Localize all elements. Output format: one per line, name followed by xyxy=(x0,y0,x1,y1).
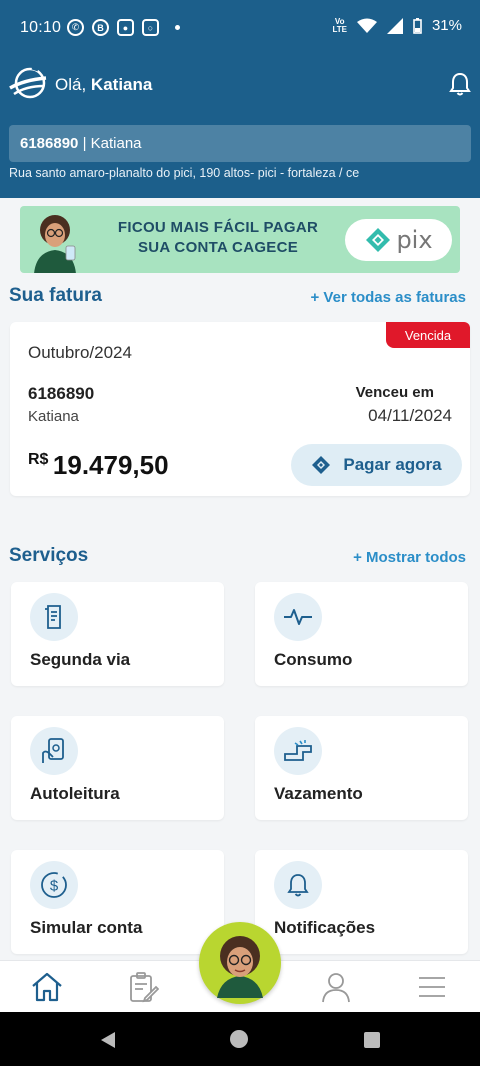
show-all-services-link[interactable]: + Mostrar todos xyxy=(353,549,466,566)
invoice-section-title: Sua fatura xyxy=(9,285,102,306)
status-time: 10:10 xyxy=(20,19,62,36)
b-app-icon: B xyxy=(92,19,109,36)
due-label: Venceu em xyxy=(355,384,434,401)
wifi-icon xyxy=(356,18,377,33)
service-label: Vazamento xyxy=(274,784,363,803)
home-circle-icon[interactable] xyxy=(230,1030,248,1048)
notifications-bell-icon[interactable] xyxy=(448,71,472,97)
nav-menu[interactable] xyxy=(414,969,450,1005)
dollar-coin-icon: $ xyxy=(30,861,78,909)
greeting-prefix: Olá, xyxy=(55,75,87,94)
assistant-avatar-button[interactable] xyxy=(199,922,281,1004)
currency-symbol: R$ xyxy=(28,451,49,468)
pix-diamond-icon xyxy=(366,228,391,252)
banner-line-2: SUA CONTA CAGECE xyxy=(137,239,299,256)
view-all-invoices-link[interactable]: + Ver todas as faturas xyxy=(311,289,467,306)
pix-word: pix xyxy=(396,226,433,254)
nav-home[interactable] xyxy=(29,969,65,1005)
banner-text: FICOU MAIS FÁCIL PAGAR SUA CONTA CAGECE xyxy=(98,218,338,258)
pulse-icon xyxy=(274,593,322,641)
account-address: Rua santo amaro-planalto do pici, 190 al… xyxy=(9,166,360,180)
service-label: Notificações xyxy=(274,918,376,937)
back-icon[interactable] xyxy=(99,1031,117,1049)
greeting: Olá, Katiana xyxy=(55,75,152,95)
banner-line-1: FICOU MAIS FÁCIL PAGAR xyxy=(117,219,319,236)
app-notification-icon: ● xyxy=(117,19,134,36)
invoice-amount: R$ 19.479,50 xyxy=(28,450,169,481)
invoice-month: Outubro/2024 xyxy=(28,343,132,362)
profile-icon xyxy=(322,973,350,1003)
account-selector[interactable]: 6186890 | Katiana xyxy=(9,125,471,162)
leaking-pipe-icon xyxy=(274,727,322,775)
account-separator: | xyxy=(78,135,91,152)
service-label: Autoleitura xyxy=(30,784,120,803)
assistant-avatar-icon xyxy=(217,936,263,998)
invoice-card[interactable]: Vencida Outubro/2024 6186890 Katiana Ven… xyxy=(10,322,470,496)
app-header: 10:10 ✆ B ● ○ Vo LTE 31% Olá, Katiana 618… xyxy=(0,0,480,198)
pay-now-label: Pagar agora xyxy=(343,455,442,474)
cagece-logo-icon xyxy=(9,66,47,99)
status-bar: 10:10 ✆ B ● ○ Vo LTE 31% xyxy=(0,0,480,58)
status-right: Vo LTE 31% xyxy=(332,17,462,34)
service-consumo[interactable]: Consumo xyxy=(255,582,468,686)
nav-services[interactable] xyxy=(125,969,161,1005)
instagram-icon: ○ xyxy=(142,19,159,36)
user-name: Katiana xyxy=(90,75,153,94)
whatsapp-icon: ✆ xyxy=(67,19,84,36)
document-icon xyxy=(30,593,78,641)
service-label: Consumo xyxy=(274,650,353,669)
services-section-title: Serviços xyxy=(9,545,89,566)
service-notificacoes[interactable]: Notificações xyxy=(255,850,468,954)
recent-apps-icon[interactable] xyxy=(364,1032,380,1048)
status-notification-icons: ✆ B ● ○ xyxy=(67,19,180,36)
pix-promo-banner[interactable]: FICOU MAIS FÁCIL PAGAR SUA CONTA CAGECE … xyxy=(20,206,460,273)
clipboard-edit-icon xyxy=(130,972,159,1003)
battery-icon xyxy=(413,17,422,34)
signal-icon xyxy=(386,17,403,34)
service-simular-conta[interactable]: $ Simular conta xyxy=(11,850,224,954)
pix-icon xyxy=(312,456,331,474)
service-label: Segunda via xyxy=(30,650,131,669)
menu-icon xyxy=(419,977,445,997)
more-notifications-icon xyxy=(175,25,180,30)
battery-percent: 31% xyxy=(431,17,462,34)
svg-text:$: $ xyxy=(50,878,59,895)
service-autoleitura[interactable]: Autoleitura xyxy=(11,716,224,820)
service-vazamento[interactable]: Vazamento xyxy=(255,716,468,820)
phone-hand-icon xyxy=(30,727,78,775)
due-date: 04/11/2024 xyxy=(368,406,452,425)
account-number: 6186890 xyxy=(20,135,79,152)
mascot-illustration-icon xyxy=(34,215,76,273)
bell-icon xyxy=(274,861,322,909)
service-label: Simular conta xyxy=(30,918,143,937)
lte-icon: Vo LTE xyxy=(332,16,347,34)
service-segunda-via[interactable]: Segunda via xyxy=(11,582,224,686)
invoice-account-number: 6186890 xyxy=(28,384,95,403)
pay-now-button[interactable]: Pagar agora xyxy=(291,444,462,486)
account-name: Katiana xyxy=(90,135,142,152)
system-navigation-bar xyxy=(0,1012,480,1066)
nav-profile[interactable] xyxy=(318,969,354,1005)
home-icon xyxy=(32,972,62,1002)
overdue-badge: Vencida xyxy=(386,322,470,348)
amount-value: 19.479,50 xyxy=(52,450,169,480)
pix-logo: pix xyxy=(345,219,452,261)
invoice-account-name: Katiana xyxy=(28,408,79,425)
